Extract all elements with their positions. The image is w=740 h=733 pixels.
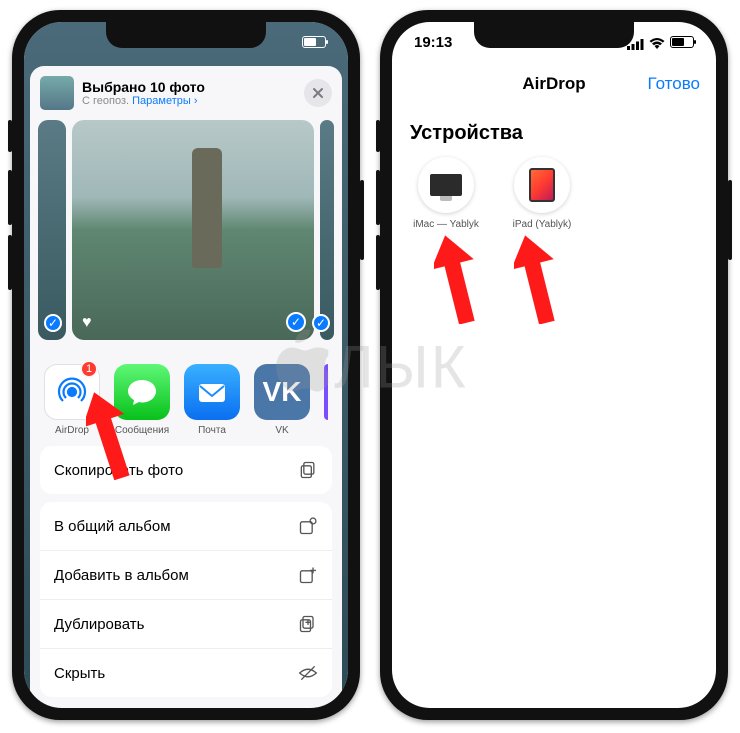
action-list: Скопировать фото В общий альбом Добавить…: [30, 446, 342, 707]
photo-preview-main[interactable]: ♥ ✓: [72, 120, 314, 340]
status-time: 19:13: [414, 34, 452, 51]
battery-icon: [670, 36, 694, 48]
red-arrow-icon: [514, 234, 558, 324]
check-icon: ✓: [286, 312, 306, 332]
mail-app[interactable]: Почта: [184, 364, 240, 436]
devices-row: iMac — Yablyk iPad (Yablyk): [392, 153, 716, 234]
section-devices-title: Устройства: [392, 106, 716, 153]
selection-title: Выбрано 10 фото: [82, 79, 296, 95]
wifi-icon: [649, 36, 665, 48]
device-ipad[interactable]: iPad (Yablyk): [506, 157, 578, 230]
options-link[interactable]: Параметры ›: [132, 95, 197, 107]
imac-icon: [430, 174, 462, 196]
badge: 1: [80, 360, 98, 378]
share-sheet-header: Выбрано 10 фото С геопоз. Параметры ›: [30, 66, 342, 120]
action-hide[interactable]: Скрыть: [40, 648, 332, 697]
phone-right: 19:13 AirDrop Готово Устройства: [380, 10, 728, 720]
selection-subtitle: С геопоз. Параметры ›: [82, 95, 296, 107]
device-imac[interactable]: iMac — Yablyk: [410, 157, 482, 230]
app-label: AirDrop: [55, 425, 89, 436]
favorite-icon: ♥: [82, 314, 92, 332]
nav-bar: AirDrop Готово: [392, 62, 716, 106]
add-album-icon: [298, 565, 318, 585]
phone-left: 19:13 Выбрано 10 фото: [12, 10, 360, 720]
ipad-icon: [529, 168, 555, 202]
app-label: VK: [275, 425, 288, 436]
photo-preview-row[interactable]: ✓ ♥ ✓ ✓: [30, 120, 342, 350]
vk-app[interactable]: VK VK: [254, 364, 310, 436]
shared-album-icon: [298, 516, 318, 536]
app-label: Почта: [198, 425, 226, 436]
more-app-peek[interactable]: [324, 364, 328, 420]
duplicate-icon: [298, 614, 318, 634]
battery-icon: [302, 36, 326, 48]
mail-icon: [184, 364, 240, 420]
check-icon: ✓: [312, 314, 330, 332]
share-apps-row[interactable]: 1 AirDrop Сообщения Почта: [30, 350, 342, 446]
action-duplicate[interactable]: Дублировать: [40, 599, 332, 648]
action-copy-photo[interactable]: Скопировать фото: [40, 446, 332, 494]
check-icon: ✓: [44, 314, 62, 332]
close-button[interactable]: [304, 79, 332, 107]
done-button[interactable]: Готово: [648, 74, 701, 94]
red-arrow-icon: [434, 234, 478, 324]
action-add-to-album[interactable]: Добавить в альбом: [40, 550, 332, 599]
photo-preview-left[interactable]: ✓: [38, 120, 66, 340]
vk-icon: VK: [254, 364, 310, 420]
photo-preview-right[interactable]: ✓: [320, 120, 334, 340]
share-sheet: Выбрано 10 фото С геопоз. Параметры › ✓: [30, 66, 342, 708]
nav-title: AirDrop: [522, 74, 585, 94]
copy-icon: [298, 460, 318, 480]
action-shared-album[interactable]: В общий альбом: [40, 502, 332, 550]
hide-icon: [298, 663, 318, 683]
red-arrow-icon: [86, 390, 130, 480]
device-label: iMac — Yablyk: [413, 219, 479, 230]
device-label: iPad (Yablyk): [513, 219, 572, 230]
selection-thumbnail: [40, 76, 74, 110]
